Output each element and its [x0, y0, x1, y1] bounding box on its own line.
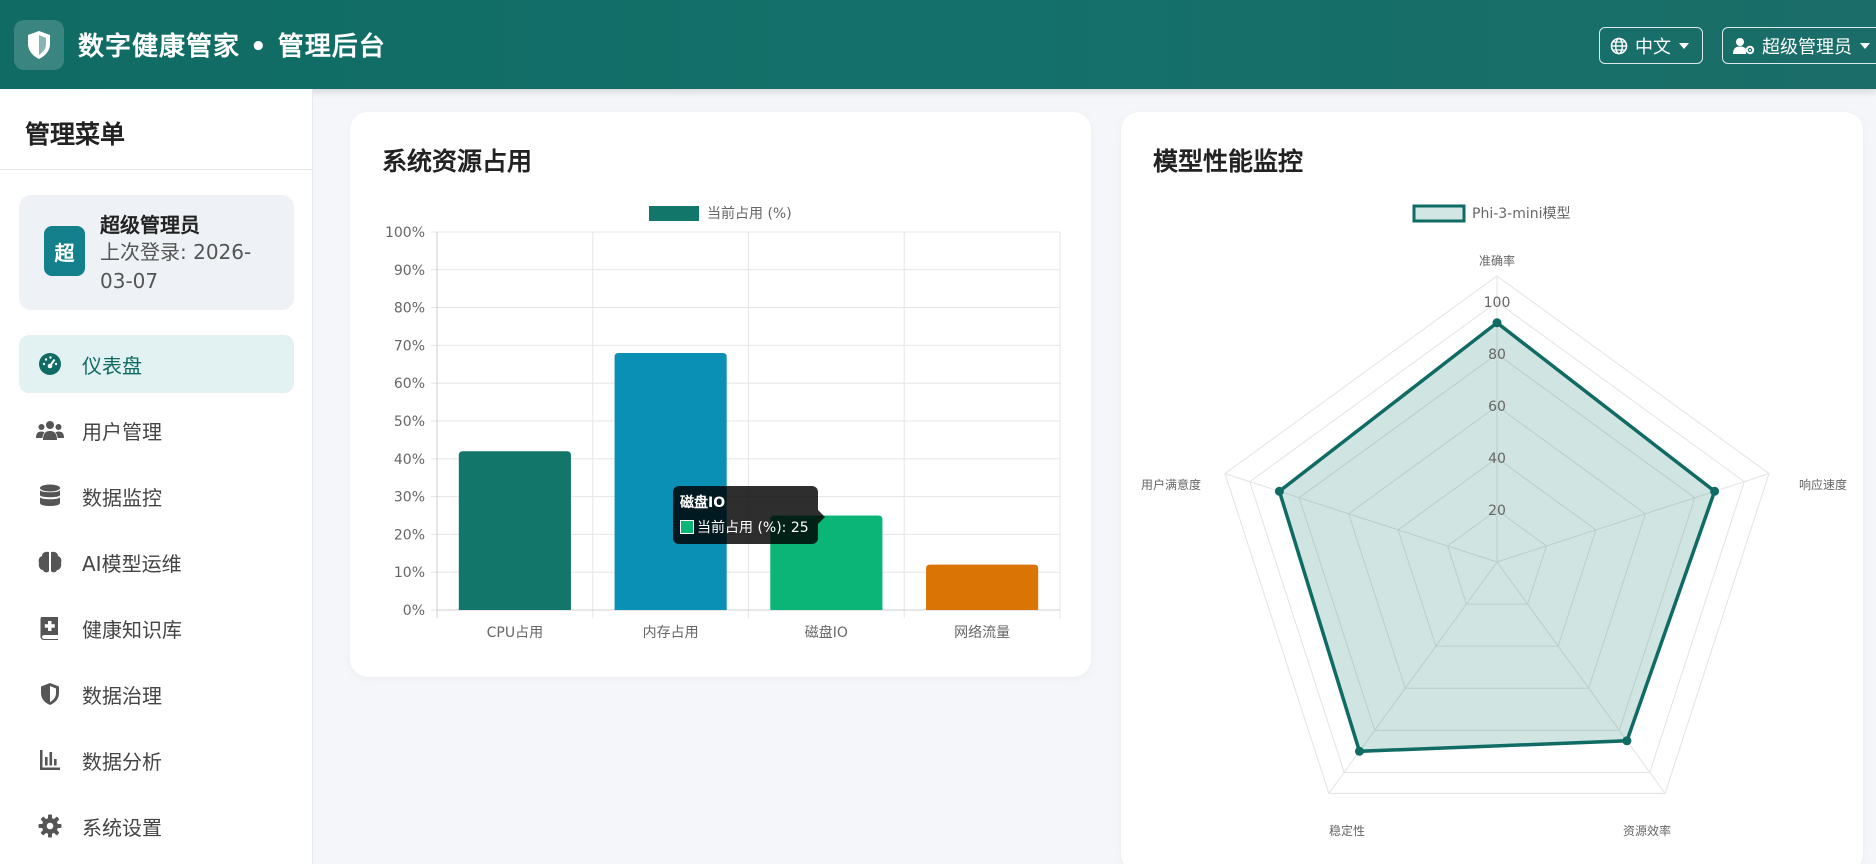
bar-1: [458, 451, 571, 610]
medical-book-icon: [36, 614, 64, 642]
sidebar-item-label: 用户管理: [82, 419, 162, 444]
radar-point-4: [1354, 746, 1364, 756]
y-tick-label: 90%: [394, 263, 425, 279]
user-menu-dropdown[interactable]: 超级管理员: [1722, 27, 1876, 64]
sidebar-item-data-monitor[interactable]: 数据监控: [19, 467, 294, 525]
sidebar-item-label: AI模型运维: [82, 551, 182, 576]
language-dropdown[interactable]: 中文: [1599, 27, 1703, 64]
r-tick-label: 100: [1484, 295, 1511, 311]
radar-axis-label: 稳定性: [1329, 823, 1365, 838]
chevron-down-icon: [1860, 42, 1870, 49]
gear-icon: [36, 812, 64, 840]
top-navbar: 数字健康管家 • 管理后台 中文 超级管理员: [0, 0, 1876, 89]
tooltip-title: 磁盘IO: [680, 495, 726, 511]
y-tick-label: 20%: [394, 527, 425, 543]
radar-axis-label: 准确率: [1479, 253, 1515, 268]
sidebar-item-label: 数据监控: [82, 485, 162, 510]
dashboard-icon: [36, 350, 64, 378]
sidebar-item-knowledge[interactable]: 健康知识库: [19, 599, 294, 657]
bar-4: [926, 564, 1039, 610]
sidebar-item-users[interactable]: 用户管理: [19, 401, 294, 459]
legend-swatch: [649, 206, 699, 221]
sidebar-item-dashboard[interactable]: 仪表盘: [19, 335, 294, 393]
sidebar-item-label: 健康知识库: [82, 617, 182, 642]
x-tick-label: 内存占用: [643, 625, 699, 641]
profile-name: 超级管理员: [100, 213, 200, 237]
users-icon: [36, 416, 64, 444]
shield-icon: [36, 680, 64, 708]
y-tick-label: 40%: [394, 452, 425, 468]
sidebar-item-analytics[interactable]: 数据分析: [19, 731, 294, 789]
chevron-down-icon: [1679, 42, 1689, 49]
bar-chart-icon: [36, 746, 64, 774]
y-tick-label: 50%: [394, 414, 425, 430]
sidebar-item-label: 仪表盘: [82, 353, 142, 378]
globe-icon: [1610, 37, 1628, 55]
r-tick-label: 20: [1488, 503, 1506, 519]
sidebar-item-ai-ops[interactable]: AI模型运维: [19, 533, 294, 591]
tooltip-swatch: [680, 520, 694, 534]
database-icon: [36, 482, 64, 510]
bar-2: [614, 352, 727, 610]
y-tick-label: 10%: [394, 565, 425, 581]
brain-icon: [36, 548, 64, 576]
y-tick-label: 70%: [394, 338, 425, 354]
r-tick-label: 80: [1488, 347, 1506, 363]
shield-logo-icon: [14, 20, 64, 70]
radar-point-2: [1710, 486, 1720, 496]
radar-point-3: [1622, 736, 1632, 746]
sidebar-item-governance[interactable]: 数据治理: [19, 665, 294, 723]
sidebar-item-label: 数据治理: [82, 683, 162, 708]
x-tick-label: 网络流量: [954, 625, 1010, 641]
sidebar-divider: [0, 169, 313, 170]
model-performance-chart: Phi-3-mini模型 20 40 60 80 100 准确率响应速度资源效率 稳定性 用户满…: [1141, 204, 1847, 838]
sidebar-title: 管理菜单: [25, 120, 126, 149]
avatar: 超: [44, 226, 85, 276]
user-menu-label: 超级管理员: [1762, 36, 1852, 58]
radar-axis-label: 资源效率: [1623, 823, 1671, 838]
x-tick-label: 磁盘IO: [805, 624, 848, 641]
sidebar-item-label: 系统设置: [82, 815, 162, 840]
radar-axis-label: 响应速度: [1799, 477, 1847, 492]
sidebar-item-label: 数据分析: [82, 749, 162, 774]
r-tick-label: 60: [1488, 399, 1506, 415]
radar-axis-label: 用户满意度: [1141, 477, 1201, 492]
app-title: 数字健康管家 • 管理后台: [78, 32, 386, 62]
chart-tooltip: 磁盘IO 当前占用 (%): 25: [673, 486, 825, 544]
sidebar: 管理菜单 超 超级管理员 上次登录: 2026-03-07 仪表盘 用户管理 数…: [0, 89, 313, 864]
y-tick-label: 0%: [403, 603, 425, 619]
radar-point-1: [1492, 318, 1502, 328]
profile-card: 超 超级管理员 上次登录: 2026-03-07: [19, 195, 294, 310]
sidebar-item-settings[interactable]: 系统设置: [19, 797, 294, 855]
resource-usage-chart: 当前占用 (%) 0% 10% 20% 30% 40% 50% 60% 70% 80% 90% 100…: [385, 205, 1061, 641]
legend-label: Phi-3-mini模型: [1472, 206, 1571, 222]
last-login-text: 上次登录: 2026-03-07: [100, 240, 252, 293]
legend-swatch: [1412, 204, 1466, 223]
x-tick-label: CPU占用: [487, 625, 543, 641]
user-cog-icon: [1733, 37, 1755, 55]
y-tick-label: 80%: [394, 301, 425, 317]
language-label: 中文: [1635, 36, 1671, 58]
y-tick-label: 100%: [385, 225, 425, 241]
radar-point-5: [1274, 486, 1284, 496]
y-tick-label: 30%: [394, 490, 425, 506]
r-tick-label: 40: [1488, 451, 1506, 467]
y-tick-label: 60%: [394, 376, 425, 392]
legend-label: 当前占用 (%): [707, 205, 792, 222]
tooltip-value: 当前占用 (%): 25: [697, 520, 809, 536]
